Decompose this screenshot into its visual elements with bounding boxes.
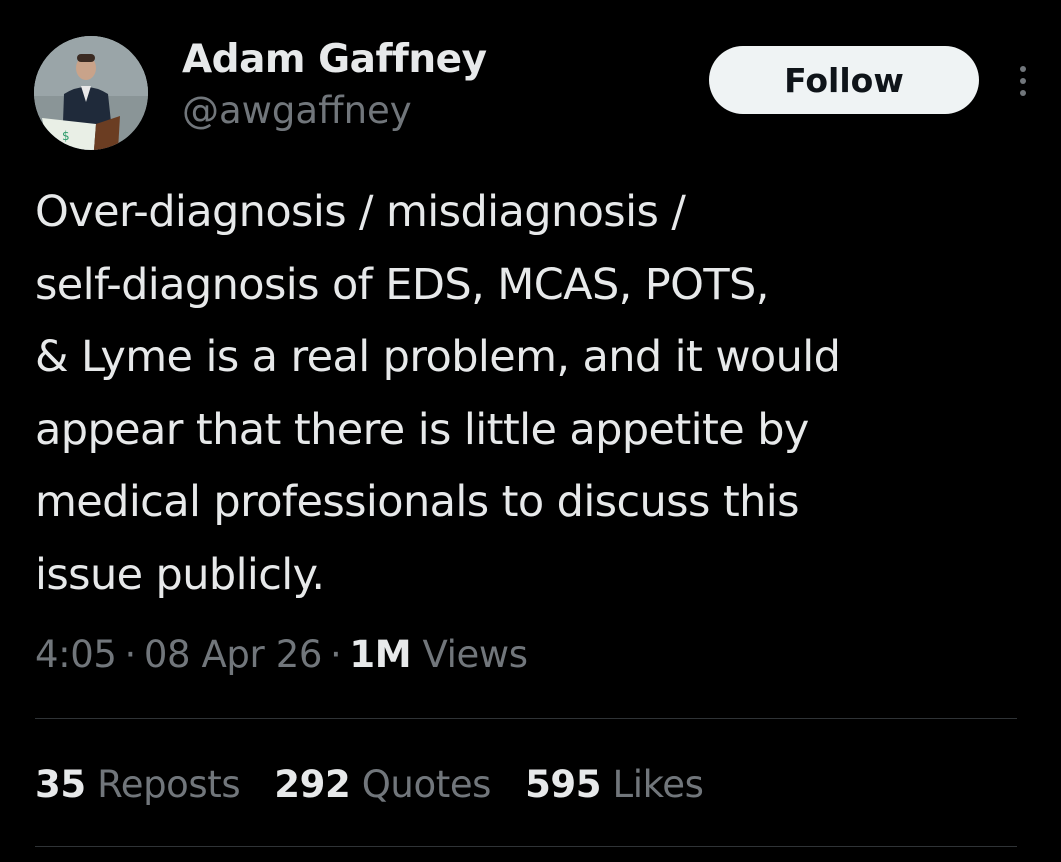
reposts-label: Reposts (97, 763, 241, 806)
likes-label: Likes (612, 763, 704, 806)
author-block: Adam Gaffney @awgaffney (182, 34, 487, 136)
divider (35, 846, 1017, 847)
avatar-photo: $ (34, 36, 148, 150)
tweet-text-line: medical professionals to discuss this (35, 477, 800, 527)
views-label: Views (422, 633, 528, 676)
tweet-text-line: Over-diagnosis / misdiagnosis / (35, 187, 686, 237)
divider (35, 718, 1017, 719)
likes-stat[interactable]: 595 Likes (525, 758, 704, 812)
views-count: 1M (349, 633, 412, 676)
tweet-text-line: appear that there is little appetite by (35, 404, 809, 455)
quotes-label: Quotes (361, 763, 492, 806)
quotes-stat[interactable]: 292 Quotes (274, 758, 491, 812)
engagement-stats: 35 Reposts 292 Quotes 595 Likes (35, 758, 738, 812)
meta-separator: · (124, 633, 137, 676)
reposts-count: 35 (35, 763, 86, 806)
author-handle[interactable]: @awgaffney (182, 86, 487, 136)
reposts-stat[interactable]: 35 Reposts (35, 758, 241, 812)
tweet-meta: 4:05 · 08 Apr 26 · 1M Views (35, 628, 528, 682)
more-icon-dot (1020, 66, 1026, 72)
likes-count: 595 (525, 763, 602, 806)
quotes-count: 292 (274, 763, 351, 806)
tweet-text-line: & Lyme is a real problem, and it would (35, 332, 841, 382)
svg-text:$: $ (62, 129, 70, 143)
tweet-text: Over-diagnosis / misdiagnosis / self-dia… (35, 176, 1025, 611)
tweet-date[interactable]: 08 Apr 26 (144, 633, 323, 676)
tweet-text-line: self-diagnosis of EDS, MCAS, POTS, (35, 259, 769, 310)
follow-button[interactable]: Follow (709, 46, 979, 114)
author-display-name[interactable]: Adam Gaffney (182, 34, 487, 86)
more-icon-dot (1020, 90, 1026, 96)
more-icon-dot (1020, 78, 1026, 84)
more-options-button[interactable] (1008, 58, 1038, 104)
tweet-time[interactable]: 4:05 (35, 633, 117, 676)
tweet-card: $ Adam Gaffney @awgaffney Follow Over-di… (0, 0, 1061, 862)
avatar[interactable]: $ (34, 36, 148, 150)
meta-separator: · (329, 633, 342, 676)
tweet-text-line: issue publicly. (35, 549, 325, 600)
